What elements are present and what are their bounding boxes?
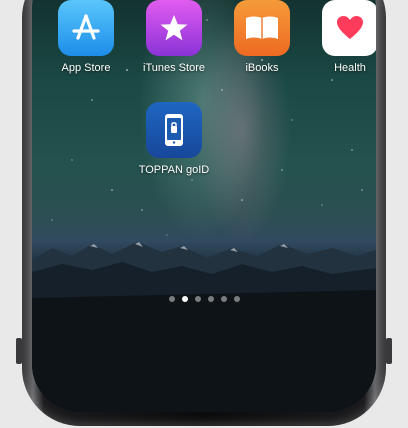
page-dot[interactable] [233, 296, 240, 302]
page-dot-active[interactable] [181, 296, 188, 302]
toppan-goid-app[interactable]: TOPPAN goID [134, 102, 214, 176]
page-dot[interactable] [168, 296, 175, 302]
page-indicator[interactable] [32, 296, 376, 304]
health-icon[interactable] [322, 0, 376, 56]
wallpaper-mountains [32, 242, 376, 412]
app-grid: App Store iTunes Store iBooks Health [32, 0, 376, 80]
ibooks-app[interactable]: iBooks [222, 0, 302, 74]
app-store-icon[interactable] [58, 0, 114, 56]
app-label: iTunes Store [143, 62, 205, 74]
app-label: App Store [61, 62, 111, 74]
home-screen: App Store iTunes Store iBooks Health TOP… [32, 0, 376, 412]
ibooks-icon[interactable] [234, 0, 290, 56]
side-button-right [386, 338, 392, 364]
toppan-goid-icon[interactable] [146, 102, 202, 158]
page-dot[interactable] [194, 296, 201, 302]
page-dot[interactable] [220, 296, 227, 302]
app-label: Health [334, 62, 366, 74]
page-dot[interactable] [207, 296, 214, 302]
itunes-store-app[interactable]: iTunes Store [134, 0, 214, 74]
app-label: iBooks [245, 62, 279, 74]
health-app[interactable]: Health [310, 0, 376, 74]
itunes-store-icon[interactable] [146, 0, 202, 56]
app-label: TOPPAN goID [138, 164, 210, 176]
app-store-app[interactable]: App Store [46, 0, 126, 74]
